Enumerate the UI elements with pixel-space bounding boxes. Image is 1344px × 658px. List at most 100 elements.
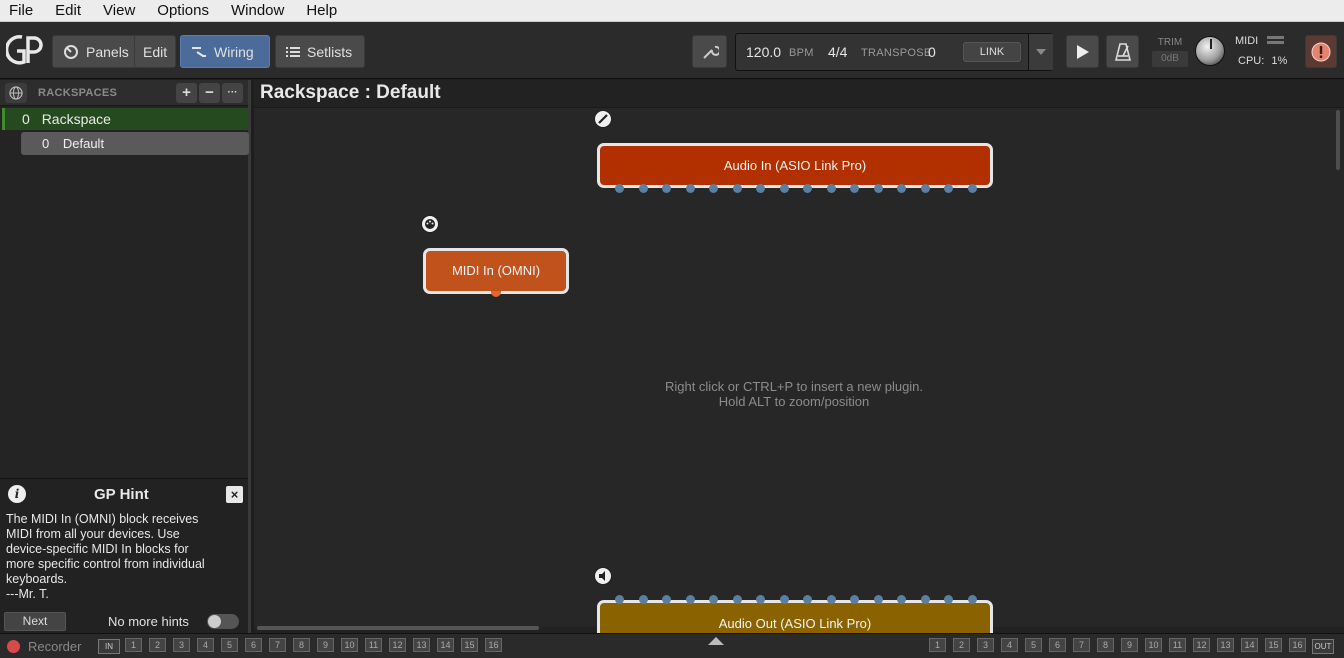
midi-out-channel: 2 <box>953 638 970 652</box>
menu-options[interactable]: Options <box>146 0 220 22</box>
edit-plugin-icon[interactable] <box>594 110 612 128</box>
info-icon: i <box>8 485 26 503</box>
midi-in-channel: 8 <box>293 638 310 652</box>
time-signature[interactable]: 4/4 <box>828 44 847 60</box>
audio-in-pins <box>600 182 990 192</box>
audio-input-pin[interactable] <box>756 595 765 604</box>
expand-arrow-icon[interactable] <box>708 637 724 645</box>
alert-button[interactable] <box>1305 35 1337 68</box>
audio-input-pin[interactable] <box>709 595 718 604</box>
midi-in-channel: 15 <box>461 638 478 652</box>
audio-output-pin[interactable] <box>662 184 671 193</box>
vertical-scrollbar[interactable] <box>1336 110 1340 170</box>
recorder-label[interactable]: Recorder <box>28 639 81 654</box>
horizontal-scrollbar[interactable] <box>257 626 539 630</box>
hint-line: keyboards. <box>6 572 68 586</box>
audio-output-pin[interactable] <box>615 184 624 193</box>
midi-in-channel: 3 <box>173 638 190 652</box>
midi-out-channel: 13 <box>1217 638 1234 652</box>
rackspace-index: 0 <box>22 111 30 127</box>
canvas-hint-line: Right click or CTRL+P to insert a new pl… <box>664 379 924 394</box>
remove-rackspace-button[interactable]: − <box>199 83 220 103</box>
audio-output-pin[interactable] <box>732 184 742 193</box>
audio-input-pin[interactable] <box>897 595 906 604</box>
audio-output-pin[interactable] <box>967 184 977 193</box>
audio-input-pin[interactable] <box>779 595 789 604</box>
hint-line: The MIDI In (OMNI) block receives <box>6 512 199 526</box>
audio-in-block[interactable]: Audio In (ASIO Link Pro) <box>597 143 993 188</box>
play-button[interactable] <box>1066 35 1099 68</box>
audio-input-pin[interactable] <box>850 595 859 604</box>
midi-out-pin[interactable] <box>491 291 501 297</box>
midi-in-label: MIDI In (OMNI) <box>451 263 541 278</box>
audio-output-pin[interactable] <box>944 184 953 193</box>
next-hint-button[interactable]: Next <box>4 612 66 631</box>
audio-input-pin[interactable] <box>873 595 883 604</box>
audio-input-pin[interactable] <box>944 595 953 604</box>
metronome-icon <box>1114 42 1131 61</box>
audio-out-speaker-icon[interactable] <box>594 567 612 585</box>
midi-out-channel: 4 <box>1001 638 1018 652</box>
audio-output-pin[interactable] <box>873 184 883 193</box>
menu-help[interactable]: Help <box>295 0 348 22</box>
audio-input-pin[interactable] <box>732 595 742 604</box>
audio-input-pin[interactable] <box>615 595 624 604</box>
wrench-icon <box>702 45 719 59</box>
hint-line: more specific control from individual <box>6 557 205 571</box>
audio-output-pin[interactable] <box>850 184 859 193</box>
volume-knob[interactable] <box>1195 36 1225 66</box>
audio-input-pin[interactable] <box>662 595 671 604</box>
audio-input-pin[interactable] <box>967 595 977 604</box>
canvas-hint-line: Hold ALT to zoom/position <box>718 394 870 409</box>
audio-input-pin[interactable] <box>920 595 930 604</box>
audio-input-pin[interactable] <box>685 595 695 604</box>
setlists-button[interactable]: Setlists <box>275 35 365 68</box>
metronome-button[interactable] <box>1106 35 1139 68</box>
wiring-button[interactable]: Wiring <box>180 35 270 68</box>
menu-view[interactable]: View <box>92 0 146 22</box>
audio-output-pin[interactable] <box>803 184 812 193</box>
audio-output-pin[interactable] <box>779 184 789 193</box>
menubar: File Edit View Options Window Help <box>0 0 1344 22</box>
midi-port-icon[interactable] <box>421 215 439 233</box>
audio-output-pin[interactable] <box>826 184 836 193</box>
no-more-hints-toggle[interactable] <box>207 614 239 629</box>
hint-text: The MIDI In (OMNI) block receives MIDI f… <box>6 512 242 602</box>
rackspace-item[interactable]: 0 Rackspace <box>2 108 248 130</box>
midi-in-channel: 1 <box>125 638 142 652</box>
audio-output-pin[interactable] <box>897 184 906 193</box>
audio-output-pin[interactable] <box>920 184 930 193</box>
record-icon[interactable] <box>7 640 20 653</box>
audio-output-pin[interactable] <box>709 184 718 193</box>
menu-file[interactable]: File <box>0 0 44 22</box>
midi-in-block[interactable]: MIDI In (OMNI) <box>423 248 569 294</box>
bpm-value[interactable]: 120.0 <box>746 44 781 60</box>
transpose-value[interactable]: 0 <box>928 44 936 60</box>
add-rackspace-button[interactable]: + <box>176 83 197 103</box>
edit-button[interactable]: Edit <box>134 35 177 68</box>
tuner-button[interactable] <box>692 35 727 68</box>
audio-input-pin[interactable] <box>803 595 812 604</box>
panels-button[interactable]: Panels <box>52 35 140 68</box>
variation-item[interactable]: 0 Default <box>21 132 249 155</box>
audio-output-pin[interactable] <box>685 184 695 193</box>
audio-output-pin[interactable] <box>756 184 765 193</box>
close-hint-button[interactable]: × <box>226 486 243 503</box>
rackspaces-title: RACKSPACES <box>38 87 118 99</box>
menu-window[interactable]: Window <box>220 0 295 22</box>
audio-output-pin[interactable] <box>638 184 648 193</box>
rackspace-options-button[interactable]: ··· <box>222 83 243 103</box>
trim-control: TRIM 0dB <box>1150 37 1190 67</box>
globe-button[interactable] <box>5 83 27 103</box>
midi-out-channel: 15 <box>1265 638 1282 652</box>
audio-input-pin[interactable] <box>826 595 836 604</box>
trim-value[interactable]: 0dB <box>1152 51 1188 67</box>
audio-input-pin[interactable] <box>638 595 648 604</box>
wiring-grid[interactable]: Audio In (ASIO Link Pro) MIDI In (OMNI) … <box>254 107 1344 647</box>
menu-edit[interactable]: Edit <box>44 0 92 22</box>
link-button[interactable]: LINK <box>963 42 1021 62</box>
tempo-dropdown[interactable] <box>1028 34 1053 70</box>
bottom-bar: Recorder IN 1 2 3 4 5 6 7 8 9 10 11 12 13 14 15 16 1234… <box>0 633 1344 658</box>
wiring-icon <box>192 46 206 57</box>
play-icon <box>1076 44 1089 59</box>
